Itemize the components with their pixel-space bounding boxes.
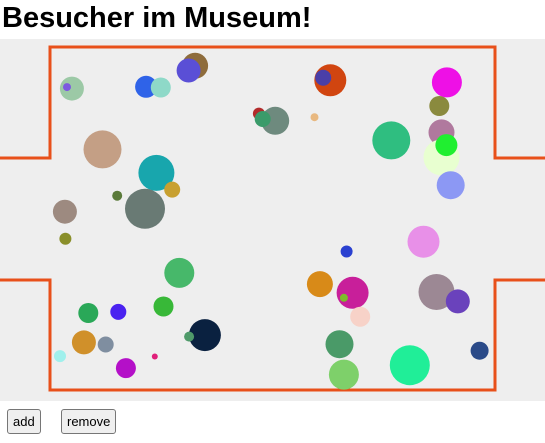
visitor-dot [71, 330, 96, 355]
visitor-dot [325, 330, 354, 359]
visitor-dot [372, 121, 411, 160]
controls: add remove [0, 409, 545, 437]
visitor-dot [97, 336, 114, 353]
visitor-dot [435, 134, 458, 157]
visitor-dot [254, 111, 271, 127]
visitor-dot [151, 353, 158, 360]
visitor-dot [110, 303, 127, 320]
visitor-dot [52, 199, 77, 224]
visitor-dot [336, 276, 369, 309]
visitor-dot [184, 331, 195, 342]
visitor-dot [339, 293, 348, 302]
visitor-dot [407, 225, 440, 258]
visitor-dot [54, 350, 66, 363]
visitor-dot [59, 232, 72, 245]
visitor-dot [445, 289, 470, 314]
visitor-dot [153, 296, 174, 317]
page-title: Besucher im Museum! [2, 2, 312, 34]
visitor-dot [431, 67, 462, 98]
visitor-dot [63, 83, 71, 92]
visitor-dot [125, 188, 165, 229]
visitor-dot [112, 190, 123, 201]
visitor-dot [150, 77, 171, 98]
visitor-dot [310, 113, 319, 122]
add-button[interactable]: add [7, 409, 41, 434]
visitor-dot [340, 245, 353, 258]
remove-button[interactable]: remove [61, 409, 117, 434]
visitor-dot [389, 345, 430, 386]
visitor-dot [429, 96, 450, 116]
visitor-dot [78, 303, 99, 323]
visitor-dot [470, 341, 489, 360]
visitor-dot [164, 257, 195, 288]
visitor-dot [315, 69, 332, 86]
visitor-dot [436, 171, 465, 200]
visitor-dot [350, 306, 371, 327]
visitor-dot [115, 358, 136, 379]
visitor-dot [164, 181, 181, 198]
visitor-dot [328, 359, 359, 390]
museum-canvas [0, 39, 545, 401]
visitor-dot [306, 271, 333, 298]
visitor-dot [83, 130, 122, 169]
visitor-dot [176, 58, 201, 83]
